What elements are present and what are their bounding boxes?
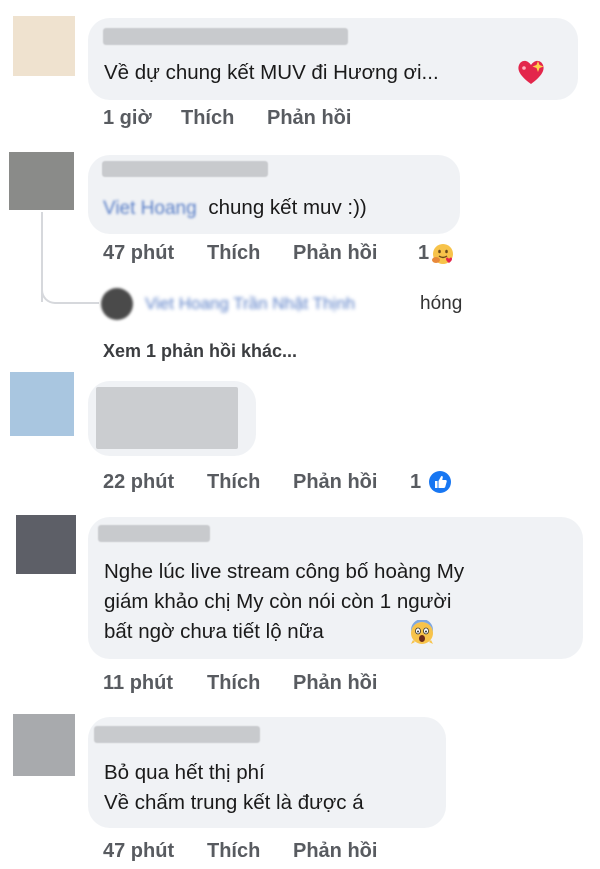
like-button[interactable]: Thích [207, 471, 260, 494]
reply-button[interactable]: Phản hồi [293, 242, 377, 265]
comment-time[interactable]: 47 phút [103, 840, 174, 863]
comment-time[interactable]: 22 phút [103, 471, 174, 494]
avatar[interactable] [13, 714, 75, 776]
comment-actions: 47 phút Thích Phản hồi [103, 840, 423, 866]
comment-text-line-2: giám khảo chị My còn nói còn 1 người [104, 590, 452, 613]
comment-text: Về dự chung kết MUV đi Hương ơi... [104, 58, 439, 88]
comment-actions: 22 phút Thích Phản hồi [103, 471, 423, 497]
like-button[interactable]: Thích [207, 672, 260, 695]
comment-time[interactable]: 47 phút [103, 242, 174, 265]
comment-text-line-1: Nghe lúc live stream công bố hoàng My [104, 560, 465, 583]
reply-author-names: Viet Hoang Trần Nhật Thịnh [145, 294, 356, 313]
comment-time[interactable]: 11 phút [103, 672, 173, 695]
author-name-blurred[interactable] [103, 28, 348, 45]
reply-text-value: hóng [420, 293, 463, 314]
redacted-comment-content [96, 387, 238, 449]
author-name-blurred[interactable] [98, 525, 210, 542]
comment-bubble: Viet Hoang chung kết muv :)) [88, 155, 460, 234]
reply-button[interactable]: Phản hồi [293, 840, 377, 863]
like-button[interactable]: Thích [207, 840, 260, 863]
avatar[interactable] [10, 372, 74, 436]
comment-actions: 47 phút Thích Phản hồi [103, 242, 423, 268]
reply-author-blurred[interactable]: Viet Hoang Trần Nhật Thịnh [145, 294, 355, 314]
author-name-blurred[interactable] [94, 726, 260, 743]
view-more-replies-label: Xem 1 phản hồi khác... [103, 341, 298, 361]
view-more-replies-link[interactable]: Xem 1 phản hồi khác... [103, 341, 297, 362]
avatar[interactable] [16, 515, 76, 574]
reply-button[interactable]: Phản hồi [293, 471, 377, 494]
reaction-count[interactable]: 1 [410, 471, 421, 494]
avatar[interactable] [9, 152, 74, 210]
comment-bubble [88, 381, 256, 456]
reaction-count-value: 1 [418, 242, 430, 264]
avatar[interactable] [13, 16, 75, 76]
comment-actions: 11 phút Thích Phản hồi [103, 672, 423, 698]
comment-text-line-3: bất ngờ chưa tiết lộ nữa [104, 620, 324, 643]
comment-text-line-1: Bỏ qua hết thị phí [104, 761, 265, 784]
comment-bubble: Về dự chung kết MUV đi Hương ơi... [88, 18, 578, 100]
comment-text: Viet Hoang chung kết muv :)) [103, 193, 367, 224]
comment-bubble: Bỏ qua hết thị phí Về chấm trung kết là … [88, 717, 446, 828]
comment-text-line-2: Về chấm trung kết là được á [104, 791, 364, 814]
reply-button[interactable]: Phản hồi [267, 107, 351, 130]
comment-text: Bỏ qua hết thị phí Về chấm trung kết là … [104, 758, 364, 818]
like-reaction-icon[interactable] [428, 470, 452, 494]
reply-button[interactable]: Phản hồi [293, 672, 377, 695]
comment-text-line-1: chung kết muv :)) [208, 196, 367, 219]
author-name-blurred[interactable] [102, 161, 268, 177]
sparkling-heart-emoji [518, 60, 544, 84]
comment-bubble: Nghe lúc live stream công bố hoàng My gi… [88, 517, 583, 659]
like-button[interactable]: Thích [207, 242, 260, 265]
thread-connector [41, 280, 99, 304]
comment-time[interactable]: 1 giờ [103, 107, 152, 130]
reply-text: hóng [420, 293, 462, 315]
reaction-count[interactable]: 1 [418, 242, 429, 265]
mention-link[interactable]: Viet Hoang [103, 198, 197, 219]
reply-avatar[interactable] [101, 288, 133, 320]
screaming-face-emoji [411, 620, 433, 644]
comment-actions: 1 giờ Thích Phản hồi [103, 107, 403, 133]
like-button[interactable]: Thích [181, 107, 234, 130]
hugging-reaction-icon[interactable] [431, 242, 455, 266]
comment-text-line-1: Về dự chung kết MUV đi Hương ơi... [104, 61, 439, 84]
reaction-count-value: 1 [410, 471, 422, 493]
